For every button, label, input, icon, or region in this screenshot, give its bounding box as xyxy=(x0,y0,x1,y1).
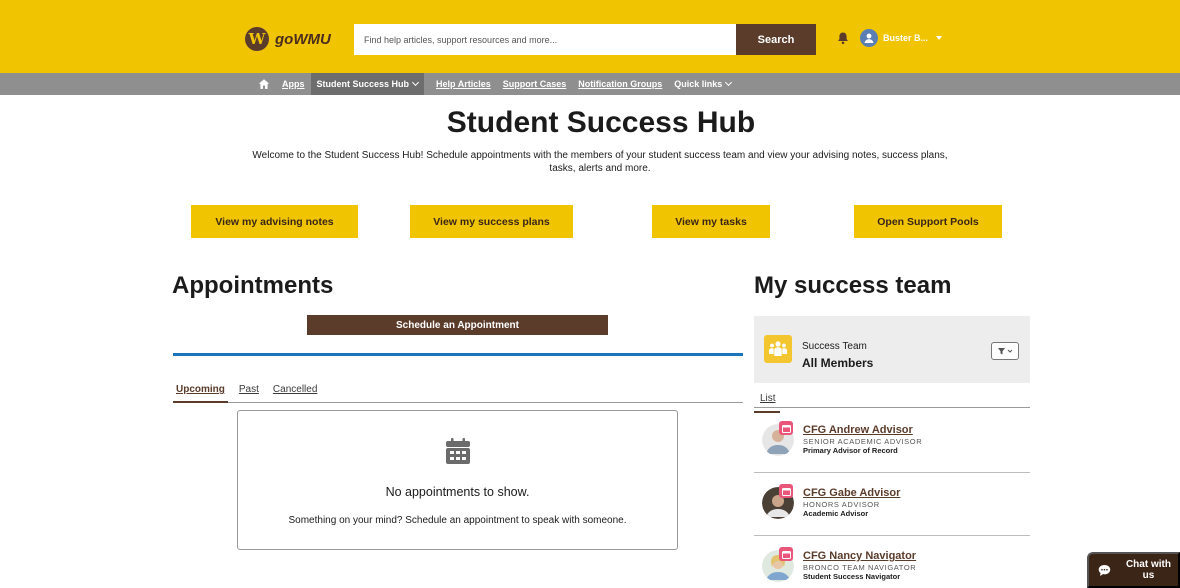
logo-text: goWMU xyxy=(275,30,331,48)
calendar-icon xyxy=(779,547,793,561)
calendar-icon xyxy=(446,438,470,464)
appointments-heading: Appointments xyxy=(172,272,334,299)
team-icon xyxy=(764,335,792,363)
appointment-tabs: Upcoming Past Cancelled xyxy=(173,384,743,403)
chat-label: Chat with us xyxy=(1125,559,1171,581)
top-header: W goWMU Search Buster B... xyxy=(0,0,1180,73)
empty-state-title: No appointments to show. xyxy=(385,485,530,499)
user-avatar-icon xyxy=(860,29,878,47)
tab-past[interactable]: Past xyxy=(236,384,262,403)
view-tasks-button[interactable]: View my tasks xyxy=(652,205,770,238)
chevron-down-icon xyxy=(936,36,943,40)
page-title: Student Success Hub xyxy=(446,106,756,139)
tab-upcoming[interactable]: Upcoming xyxy=(173,384,228,403)
member-description: Primary Advisor of Record xyxy=(803,446,898,455)
chat-bubble-icon xyxy=(1098,564,1111,576)
filter-button[interactable] xyxy=(991,342,1019,360)
open-support-pools-button[interactable]: Open Support Pools xyxy=(854,205,1002,238)
nav-quick-links-label: Quick links xyxy=(674,79,723,89)
success-team-card: Success Team All Members xyxy=(754,316,1030,383)
nav-student-success-hub[interactable]: Student Success Hub xyxy=(310,73,425,95)
chevron-down-icon xyxy=(411,78,420,86)
team-card-subtitle: Success Team xyxy=(802,341,867,352)
nav-help-articles[interactable]: Help Articles xyxy=(436,79,491,89)
member-role: BRONCO TEAM NAVIGATOR xyxy=(803,563,917,572)
view-success-plans-button[interactable]: View my success plans xyxy=(410,205,573,238)
member-role: SENIOR ACADEMIC ADVISOR xyxy=(803,437,923,446)
nav-quick-links[interactable]: Quick links xyxy=(674,78,733,89)
nav-apps[interactable]: Apps xyxy=(282,79,305,89)
nav-notification-groups[interactable]: Notification Groups xyxy=(578,79,662,89)
notification-bell-icon[interactable] xyxy=(836,31,850,45)
search-input[interactable] xyxy=(354,24,736,55)
empty-appointments-panel: No appointments to show. Something on yo… xyxy=(237,410,678,550)
welcome-text: Welcome to the Student Success Hub! Sche… xyxy=(252,150,948,174)
tab-cancelled[interactable]: Cancelled xyxy=(270,384,320,403)
team-member-row[interactable]: CFG Andrew Advisor SENIOR ACADEMIC ADVIS… xyxy=(754,410,1030,473)
nav-bar: Apps Student Success Hub Help Articles S… xyxy=(0,73,1180,95)
member-name[interactable]: CFG Gabe Advisor xyxy=(803,487,900,499)
calendar-icon xyxy=(779,484,793,498)
gowmu-logo[interactable]: W goWMU xyxy=(245,27,331,51)
team-card-title: All Members xyxy=(802,356,874,370)
empty-state-message: Something on your mind? Schedule an appo… xyxy=(288,515,627,526)
chevron-down-icon xyxy=(725,78,733,86)
user-name: Buster B... xyxy=(883,33,929,43)
member-name[interactable]: CFG Nancy Navigator xyxy=(803,550,916,562)
divider xyxy=(173,353,743,356)
team-member-row[interactable]: CFG Gabe Advisor HONORS ADVISOR Academic… xyxy=(754,473,1030,536)
user-menu[interactable]: Buster B... xyxy=(860,29,943,47)
chat-with-us-button[interactable]: Chat with us xyxy=(1087,552,1180,588)
success-team-heading: My success team xyxy=(754,272,952,299)
member-description: Student Success Navigator xyxy=(803,572,901,581)
nav-hub-label: Student Success Hub xyxy=(316,79,410,89)
team-member-row[interactable]: CFG Nancy Navigator BRONCO TEAM NAVIGATO… xyxy=(754,536,1030,588)
filter-icon xyxy=(998,348,1013,355)
nav-support-cases[interactable]: Support Cases xyxy=(503,79,567,89)
member-description: Academic Advisor xyxy=(803,509,869,518)
home-icon[interactable] xyxy=(258,78,270,90)
view-advising-notes-button[interactable]: View my advising notes xyxy=(191,205,358,238)
member-role: HONORS ADVISOR xyxy=(803,500,880,509)
search-button[interactable]: Search xyxy=(736,24,816,55)
team-view-tabs: List xyxy=(754,388,1030,413)
member-name[interactable]: CFG Andrew Advisor xyxy=(803,424,913,436)
wmu-logo-icon: W xyxy=(245,27,269,51)
calendar-icon xyxy=(779,421,793,435)
schedule-appointment-button[interactable]: Schedule an Appointment xyxy=(307,315,608,335)
